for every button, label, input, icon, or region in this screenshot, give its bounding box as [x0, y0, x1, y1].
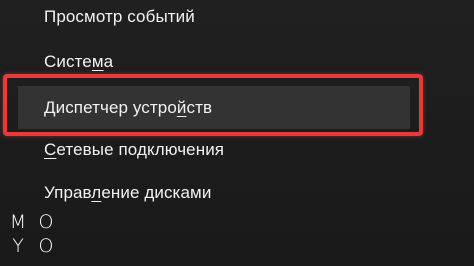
logo-letter: O [38, 211, 54, 233]
menu-item-event-viewer[interactable]: Просмотр событий [0, 0, 474, 37]
moyo-logo: M O Y O [6, 212, 66, 260]
menu-item-label: Управление дисками [44, 183, 212, 202]
menu-item-disk-management[interactable]: Управление дисками [0, 173, 474, 213]
logo-letter: O [38, 235, 54, 257]
logo-letter: M [9, 211, 27, 233]
annotation-highlight-box [3, 74, 423, 136]
menu-item-label: Просмотр событий [44, 7, 195, 26]
logo-letter: Y [12, 235, 24, 257]
menu-item-label: Сетевые подключения [44, 140, 225, 159]
menu-item-network-connections[interactable]: Сетевые подключения [0, 130, 474, 170]
context-menu: Просмотр событий Система Диспетчер устро… [0, 0, 474, 266]
